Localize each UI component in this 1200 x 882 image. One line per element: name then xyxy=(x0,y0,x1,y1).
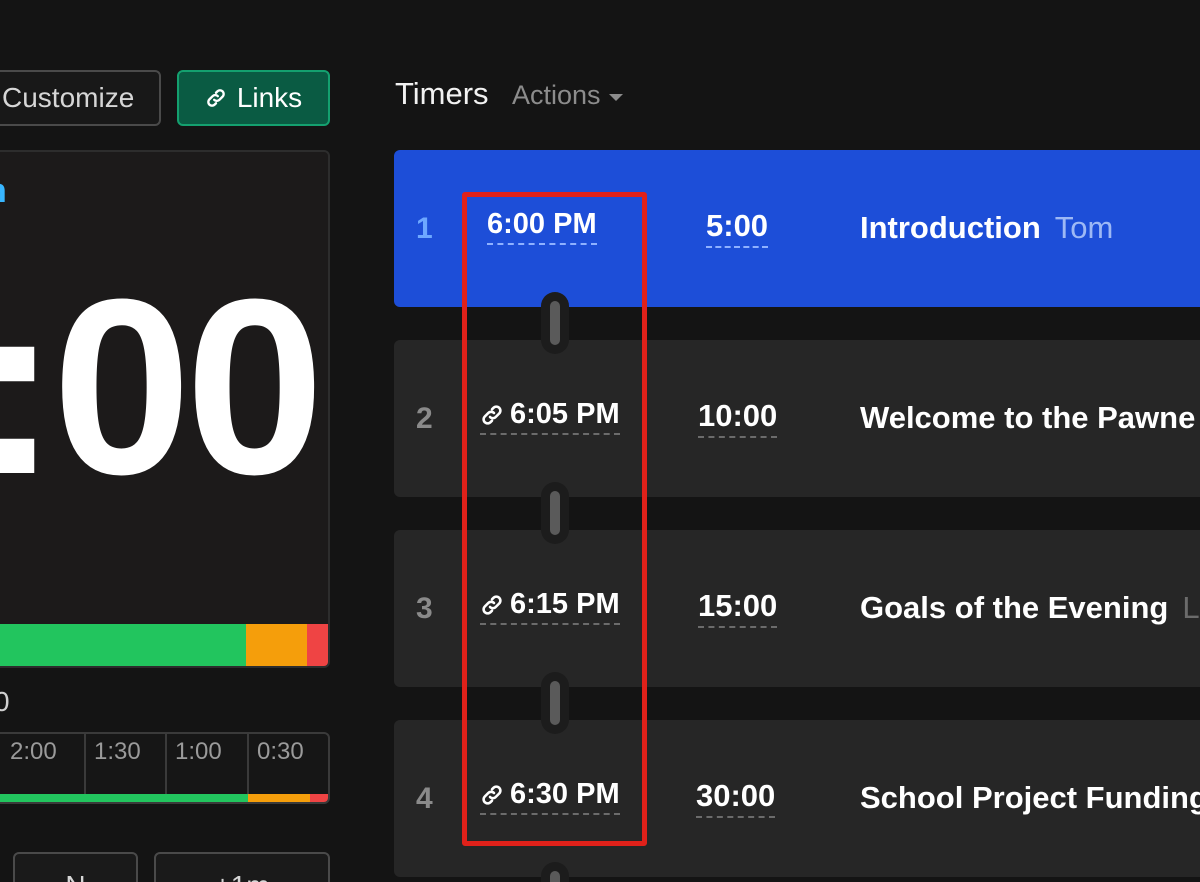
link-connector[interactable] xyxy=(541,482,569,544)
caret-down-icon xyxy=(608,94,623,101)
timer-start-time[interactable]: 6:00 PM xyxy=(487,208,597,245)
timer-preview: n 5:00 xyxy=(0,150,330,668)
customize-button[interactable]: Customize xyxy=(0,70,161,126)
timer-start-time[interactable]: 6:15 PM xyxy=(480,588,620,625)
scale-end-label: 0 xyxy=(0,686,10,717)
link-icon xyxy=(206,89,225,107)
link-icon xyxy=(482,404,502,425)
time-scale: 2:00 1:30 1:00 0:30 xyxy=(0,732,330,804)
scale-tick: 1:30 xyxy=(84,734,149,794)
timer-duration[interactable]: 30:00 xyxy=(696,778,776,818)
customize-label: Customize xyxy=(2,82,135,113)
add-minute-button[interactable]: +1m xyxy=(154,852,330,882)
link-connector[interactable] xyxy=(541,862,569,882)
timers-title: Timers xyxy=(395,76,489,111)
timer-start-time[interactable]: 6:05 PM xyxy=(480,398,620,435)
scale-tick: 1:00 xyxy=(165,734,230,794)
timer-duration[interactable]: 5:00 xyxy=(706,208,769,248)
timer-speaker: L xyxy=(1182,590,1200,625)
links-label: Links xyxy=(236,82,303,113)
timer-title: Welcome to the Pawne xyxy=(860,400,1196,435)
timer-title: Goals of the Evening L xyxy=(860,590,1200,625)
actions-dropdown[interactable]: Actions xyxy=(512,80,623,111)
timer-number: 1 xyxy=(416,212,433,245)
timer-duration[interactable]: 15:00 xyxy=(698,588,778,628)
preview-title: n xyxy=(0,172,7,211)
timer-row[interactable]: 3 6:15 PM 15:00 Goals of the Evening L xyxy=(394,530,1200,687)
bar-segment-orange xyxy=(246,624,307,666)
scale-color-bar xyxy=(0,794,328,802)
next-button[interactable]: N xyxy=(13,852,138,882)
scale-tick: 2:00 xyxy=(10,738,57,765)
timer-number: 4 xyxy=(416,782,433,815)
timer-number: 3 xyxy=(416,592,433,625)
actions-label: Actions xyxy=(512,80,601,110)
timer-title: Introduction Tom xyxy=(860,210,1114,245)
timer-speaker: Tom xyxy=(1054,210,1114,245)
preview-progress-bar xyxy=(0,624,328,666)
timer-duration[interactable]: 10:00 xyxy=(698,398,778,438)
link-connector[interactable] xyxy=(541,672,569,734)
links-button[interactable]: Links xyxy=(177,70,330,126)
link-icon xyxy=(482,594,502,615)
timer-row[interactable]: 1 6:00 PM 5:00 Introduction Tom xyxy=(394,150,1200,307)
bar-segment-red xyxy=(307,624,328,666)
bar-segment-green xyxy=(0,624,246,666)
link-icon xyxy=(482,784,502,805)
timer-row[interactable]: 2 6:05 PM 10:00 Welcome to the Pawne xyxy=(394,340,1200,497)
timer-number: 2 xyxy=(416,402,433,435)
link-connector[interactable] xyxy=(541,292,569,354)
timer-title: School Project Funding xyxy=(860,780,1200,815)
timer-start-time[interactable]: 6:30 PM xyxy=(480,778,620,815)
preview-time: 5:00 xyxy=(0,247,324,526)
scale-tick: 0:30 xyxy=(247,734,312,794)
timer-row[interactable]: 4 6:30 PM 30:00 School Project Funding xyxy=(394,720,1200,877)
